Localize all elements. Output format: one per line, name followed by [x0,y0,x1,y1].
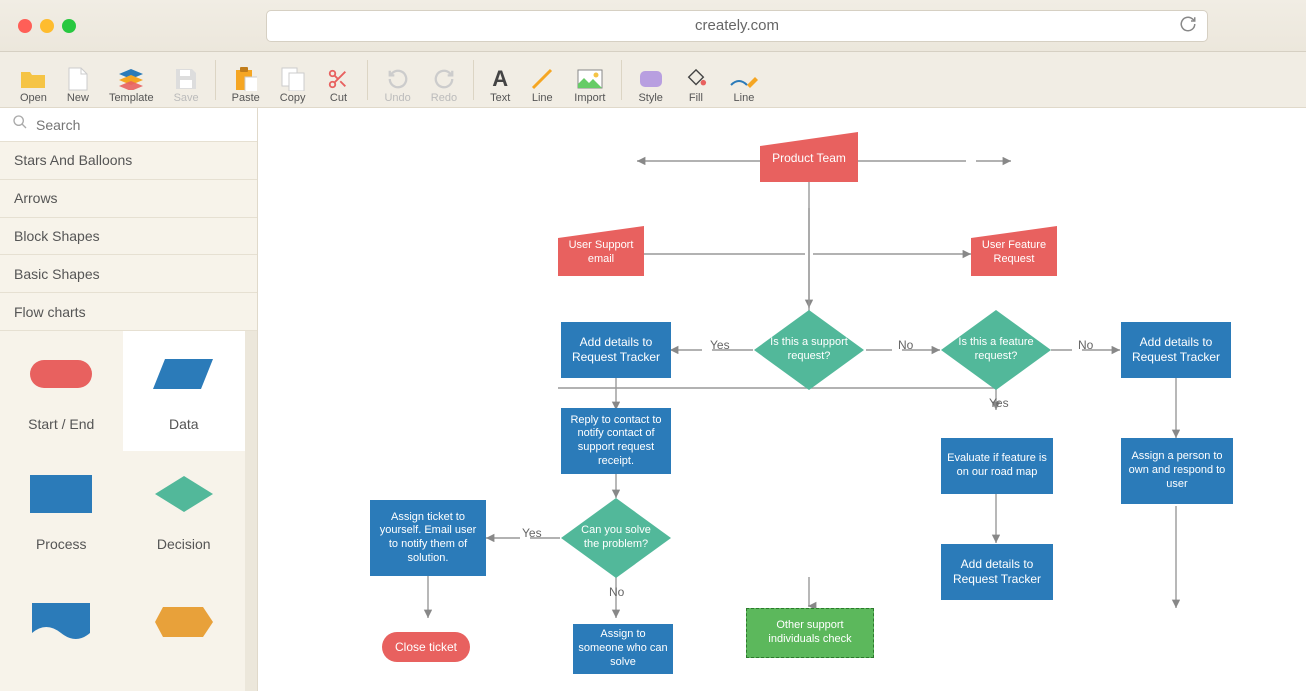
node-is-feature[interactable]: Is this a feature request? [941,310,1051,390]
zoom-window-button[interactable] [62,19,76,33]
page-icon [68,66,88,92]
label-yes-1: Yes [710,338,730,352]
import-button[interactable]: Import [564,56,615,104]
label-no-2: No [1078,338,1093,352]
close-window-button[interactable] [18,19,32,33]
label-no-1: No [898,338,913,352]
open-button[interactable]: Open [10,56,57,104]
scissors-icon [325,66,351,92]
shape-process[interactable]: Process [0,451,123,571]
window-controls [18,19,76,33]
text-tool-button[interactable]: AText [480,56,520,104]
text-icon: A [492,66,508,92]
label-no-3: No [609,585,624,599]
style-icon [639,66,663,92]
line-tool-button[interactable]: Line [520,56,564,104]
category-stars-balloons[interactable]: Stars And Balloons [0,142,257,180]
node-support-email-label: User Support email [558,232,644,274]
shape-display[interactable] [123,571,246,691]
new-button[interactable]: New [57,56,99,104]
save-button[interactable]: Save [164,56,209,104]
bucket-icon [683,66,709,92]
browser-titlebar: creately.com [0,0,1306,52]
paste-button[interactable]: Paste [222,56,270,104]
redo-button[interactable]: Redo [421,56,467,104]
copy-button[interactable]: Copy [270,56,316,104]
undo-icon [387,66,409,92]
folder-icon [20,66,46,92]
node-close-ticket[interactable]: Close ticket [382,632,470,662]
node-is-support[interactable]: Is this a support request? [754,310,864,390]
template-button[interactable]: Template [99,56,164,104]
category-flow-charts[interactable]: Flow charts [0,293,257,331]
image-icon [577,66,603,92]
node-evaluate[interactable]: Evaluate if feature is on our road map [941,438,1053,494]
shape-library-sidebar: Stars And Balloons Arrows Block Shapes B… [0,108,258,691]
node-product-team-label: Product Team [760,138,858,178]
node-feature-request-label: User Feature Request [971,232,1057,274]
node-add-details-3[interactable]: Add details to Request Tracker [941,544,1053,600]
diagram-canvas[interactable]: Product Team User Support email User Fea… [258,108,1306,691]
minimize-window-button[interactable] [40,19,54,33]
save-icon [175,66,197,92]
layers-icon [118,66,144,92]
line-icon [530,66,554,92]
node-assign-person[interactable]: Assign a person to own and respond to us… [1121,438,1233,504]
shape-search [0,108,257,142]
pencil-line-icon [729,66,759,92]
undo-button[interactable]: Undo [374,56,420,104]
line-style-button[interactable]: Line [719,56,769,104]
redo-icon [433,66,455,92]
search-icon [12,114,28,135]
label-yes-3: Yes [522,526,542,540]
main-toolbar: Open New Template Save Paste Copy Cut Un… [0,52,1306,108]
node-reply[interactable]: Reply to contact to notify contact of su… [561,408,671,474]
clipboard-icon [235,66,257,92]
style-button[interactable]: Style [628,56,672,104]
shape-decision[interactable]: Decision [123,451,246,571]
shape-data[interactable]: Data [123,331,246,451]
shape-start-end[interactable]: Start / End [0,331,123,451]
address-bar[interactable]: creately.com [266,10,1208,42]
category-arrows[interactable]: Arrows [0,180,257,218]
fill-button[interactable]: Fill [673,56,719,104]
url-text: creately.com [695,17,779,34]
label-yes-2: Yes [989,396,1009,410]
reload-icon[interactable] [1179,15,1197,37]
node-assign-other[interactable]: Assign to someone who can solve [573,624,673,674]
shape-palette: Start / End Data Process Decision [0,331,245,691]
node-other-support[interactable]: Other support individuals check [746,608,874,658]
shape-document[interactable] [0,571,123,691]
search-input[interactable] [36,117,245,133]
node-assign-self[interactable]: Assign ticket to yourself. Email user to… [370,500,486,576]
node-can-solve[interactable]: Can you solve the problem? [561,498,671,578]
node-add-details-2[interactable]: Add details to Request Tracker [1121,322,1231,378]
node-add-details-1[interactable]: Add details to Request Tracker [561,322,671,378]
connector-layer [258,108,1306,691]
copy-icon [281,66,305,92]
cut-button[interactable]: Cut [315,56,361,104]
category-basic-shapes[interactable]: Basic Shapes [0,255,257,293]
sidebar-scrollbar[interactable] [245,331,257,691]
category-block-shapes[interactable]: Block Shapes [0,218,257,256]
